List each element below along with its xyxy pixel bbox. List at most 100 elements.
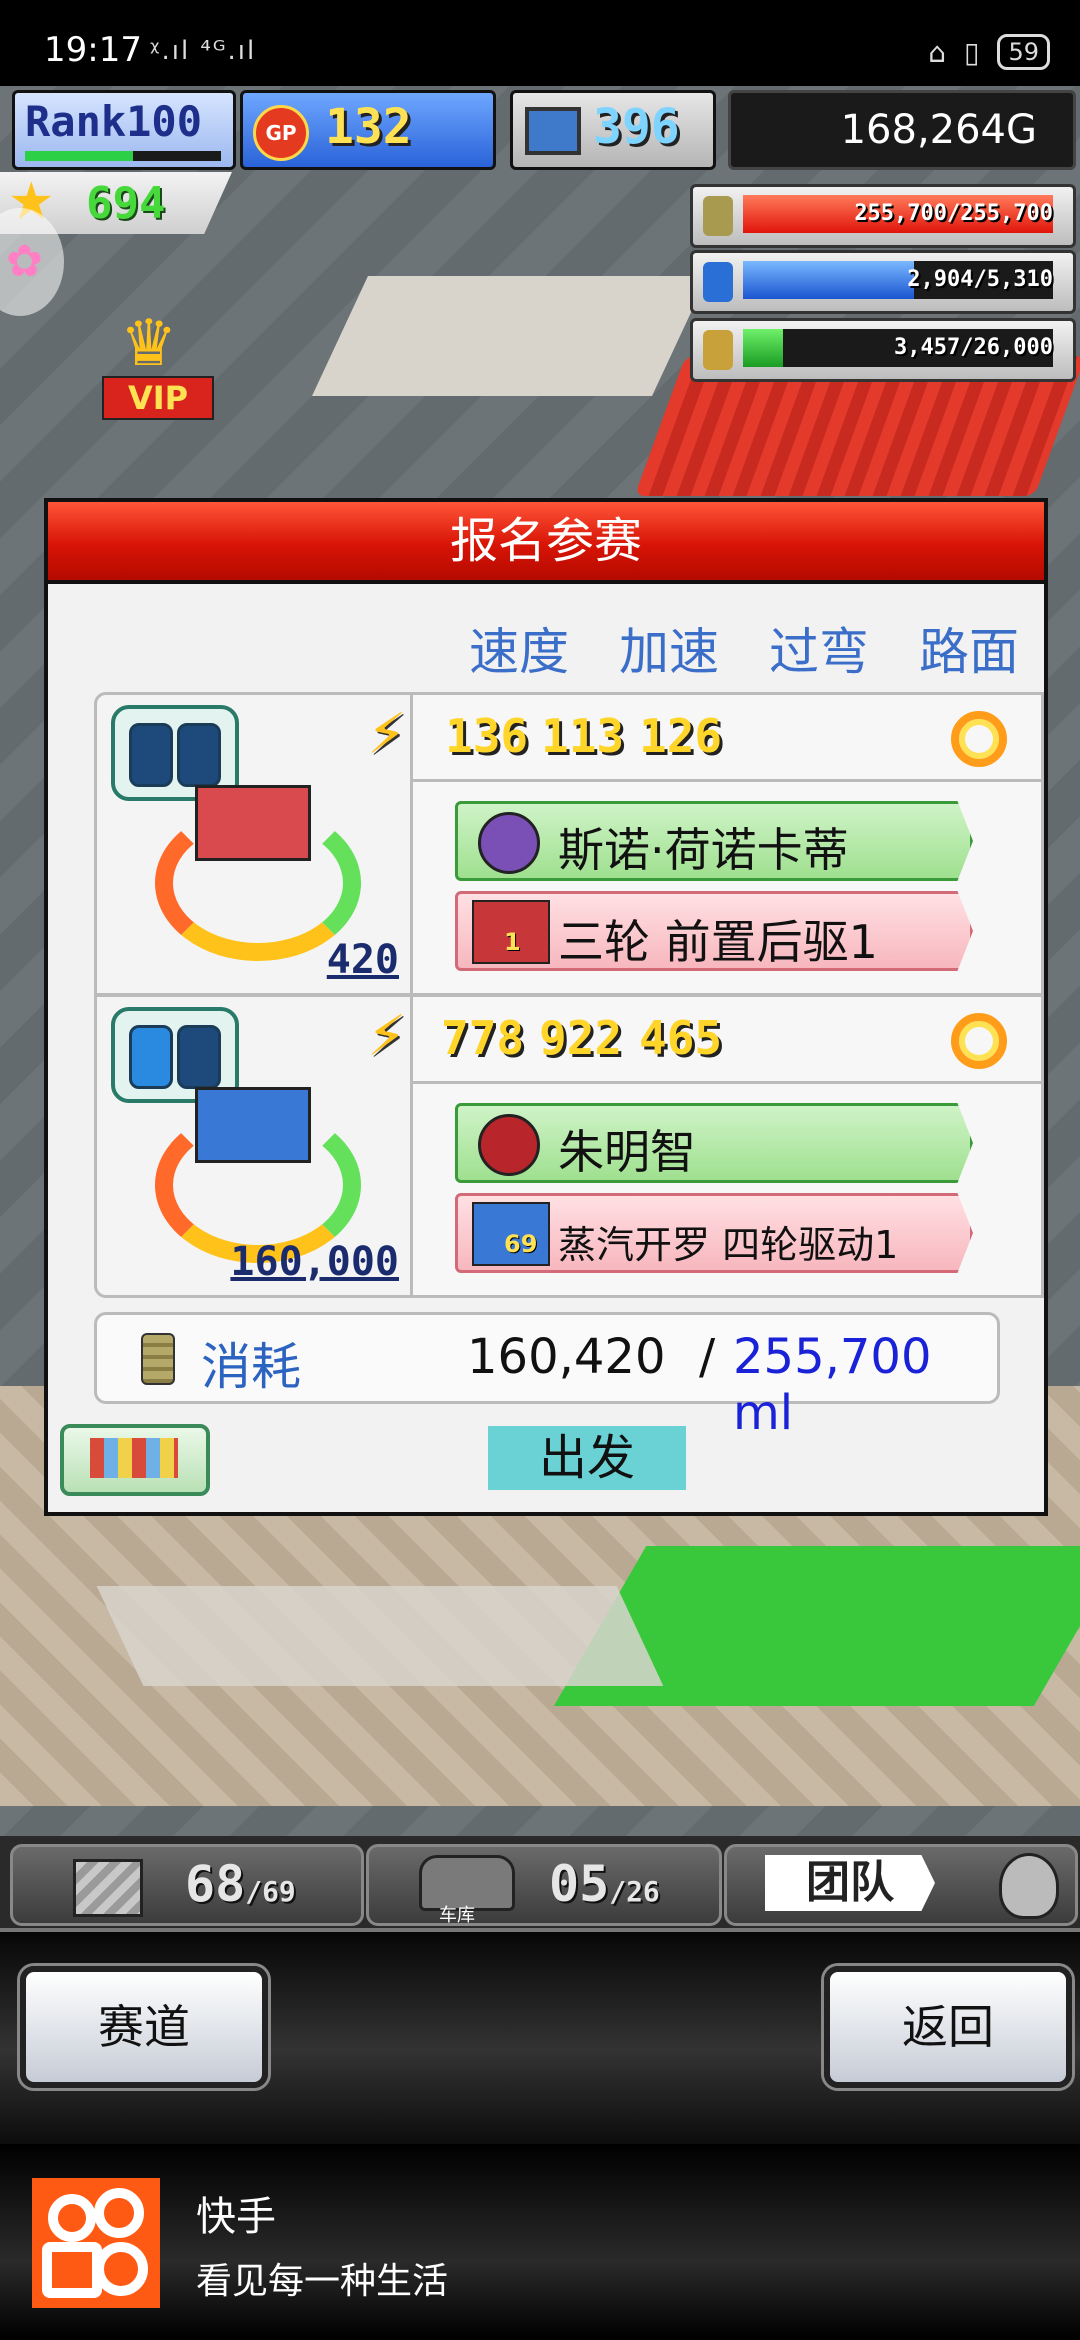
car-sprite — [155, 765, 361, 961]
vehicle-level: 1 — [504, 928, 521, 956]
star-value: 694 — [86, 178, 166, 229]
crown-icon: ♛ — [120, 307, 178, 381]
kuaishou-logo-icon — [32, 2178, 160, 2308]
wheat-icon — [703, 330, 733, 370]
map-icon — [90, 1438, 178, 1478]
vibrate-icon: ▯ — [964, 35, 980, 69]
course-button[interactable]: 赛道 — [20, 1966, 268, 2088]
team-tab[interactable]: 团队 — [724, 1844, 1078, 1926]
research-counter[interactable]: 396 — [510, 90, 716, 170]
driver-name: 斯诺·荷诺卡蒂 — [558, 823, 849, 877]
stat-row: 136 113 126 — [413, 695, 1041, 782]
stat-row: 778 922 465 — [413, 997, 1041, 1084]
col-surface: 路面 — [919, 623, 1019, 681]
water-value: 2,904/5,310 — [907, 267, 1053, 292]
driver-name: 朱明智 — [558, 1125, 696, 1179]
rank-indicator[interactable]: Rank100 — [12, 90, 236, 170]
lightning-icon: ⚡ — [367, 1004, 407, 1069]
water-gauge[interactable]: 2,904/5,310 — [690, 250, 1076, 314]
fuel-gauge[interactable]: 255,700/255,700 — [690, 184, 1076, 248]
surface-rating-icon — [951, 711, 1007, 767]
gp-value: 132 — [325, 99, 412, 155]
start-button[interactable]: 出发 — [488, 1426, 686, 1490]
gp-coin-icon: GP — [253, 105, 309, 161]
rank-progress — [25, 151, 221, 161]
fence — [96, 1586, 664, 1686]
driver-avatar — [478, 812, 540, 874]
stat-acceleration: 113 — [541, 709, 625, 763]
stat-speed: 778 — [441, 1011, 525, 1065]
status-time: 19:17 — [44, 30, 142, 70]
fuel-consumption: 消耗 160,420 / 255,700 ml — [94, 1312, 1000, 1441]
driver-avatar — [478, 1114, 540, 1176]
driver-select[interactable]: 斯诺·荷诺卡蒂 — [455, 801, 973, 881]
lightning-icon: ⚡ — [367, 702, 407, 767]
vehicle-level: 69 — [504, 1230, 538, 1258]
parts-value: 68/69 — [185, 1855, 296, 1913]
wheat-value: 3,457/26,000 — [894, 335, 1053, 360]
vip-badge[interactable]: ♛ VIP — [96, 312, 216, 422]
bottom-hud: 68/69 车库 05/26 团队 — [0, 1836, 1080, 1928]
consume-label: 消耗 — [201, 1338, 301, 1396]
consume-current: 160,420 — [467, 1329, 666, 1385]
fuel-value: 255,700/255,700 — [854, 201, 1053, 226]
garage-counter[interactable]: 车库 05/26 — [366, 1844, 722, 1926]
vehicle-name: 三轮 前置后驱1 — [558, 915, 878, 969]
wheat-gauge[interactable]: 3,457/26,000 — [690, 318, 1076, 382]
manager-avatar-icon — [999, 1853, 1059, 1919]
car-power: 160,000 — [230, 1239, 399, 1285]
warehouse-building — [312, 276, 708, 396]
vehicle-select[interactable]: 1 三轮 前置后驱1 — [455, 891, 973, 971]
vehicle-name: 蒸汽开罗 四轮驱动1 — [558, 1223, 899, 1267]
col-speed: 速度 — [469, 623, 569, 681]
col-acceleration: 加速 — [619, 623, 719, 681]
driver-select[interactable]: 朱明智 — [455, 1103, 973, 1183]
stat-column-headers: 速度 加速 过弯 路面 — [444, 612, 1044, 684]
ad-title: 快手 — [196, 2194, 276, 2240]
stat-speed: 136 — [445, 709, 529, 763]
status-bar: 19:17 ᵡ.ıl ⁴ᴳ.ıl ⌂ ▯ 59 — [0, 0, 1080, 86]
car-power: 420 — [326, 937, 399, 983]
water-bottle-icon — [703, 262, 733, 302]
computer-icon — [525, 107, 581, 155]
fuel-can-icon — [141, 1333, 175, 1385]
team-label: 团队 — [765, 1855, 935, 1911]
entry-slot-1[interactable]: ⚡ 420 136 113 126 斯诺·荷诺卡蒂 1 三轮 前置后驱1 — [94, 692, 1044, 996]
gp-counter[interactable]: GP 132 — [240, 90, 496, 170]
ad-banner[interactable]: 快手 看见每一种生活 — [0, 2144, 1080, 2340]
car-panel[interactable]: ⚡ 420 — [94, 692, 416, 996]
stat-cornering: 126 — [639, 709, 723, 763]
battery-icon: 59 — [997, 34, 1050, 70]
fuel-can-icon — [703, 196, 733, 236]
back-button[interactable]: 返回 — [824, 1966, 1072, 2088]
stat-cornering: 465 — [639, 1011, 723, 1065]
ad-subtitle: 看见每一种生活 — [196, 2261, 449, 2302]
entry-slot-2[interactable]: ⚡ 160,000 778 922 465 朱明智 69 蒸汽开罗 四轮驱动1 — [94, 994, 1044, 1298]
money-value: 168,264G — [840, 107, 1037, 153]
research-value: 396 — [593, 99, 680, 155]
consume-max: 255,700 ml — [733, 1329, 932, 1441]
dialog-title: 报名参赛 — [48, 502, 1044, 584]
course-map-button[interactable] — [60, 1424, 210, 1496]
col-cornering: 过弯 — [769, 623, 869, 681]
vehicle-select[interactable]: 69 蒸汽开罗 四轮驱动1 — [455, 1193, 973, 1273]
car-details: 136 113 126 斯诺·荷诺卡蒂 1 三轮 前置后驱1 — [410, 692, 1044, 996]
car-details: 778 922 465 朱明智 69 蒸汽开罗 四轮驱动1 — [410, 994, 1044, 1298]
stat-acceleration: 922 — [539, 1011, 623, 1065]
money-display: 168,264G — [728, 90, 1076, 170]
consume-separator: / — [699, 1329, 716, 1385]
flower-icon: ✿ — [6, 236, 43, 287]
rank-label: Rank100 — [25, 97, 203, 146]
garage-caption: 车库 — [439, 1905, 475, 1926]
game-mode-icon: ⌂ — [928, 35, 947, 69]
garage-value: 05/26 — [549, 1855, 660, 1913]
parts-counter[interactable]: 68/69 — [10, 1844, 364, 1926]
signal-icon: ᵡ.ıl ⁴ᴳ.ıl — [150, 36, 257, 66]
surface-rating-icon — [951, 1013, 1007, 1069]
race-entry-dialog: 报名参赛 速度 加速 过弯 路面 ⚡ 420 136 113 126 斯诺·荷诺… — [44, 498, 1048, 1516]
car-panel[interactable]: ⚡ 160,000 — [94, 994, 416, 1298]
command-panel: 赛道 返回 — [0, 1928, 1080, 2148]
car-sprite — [155, 1067, 361, 1263]
vip-label: VIP — [102, 376, 214, 420]
crate-icon — [73, 1859, 143, 1917]
